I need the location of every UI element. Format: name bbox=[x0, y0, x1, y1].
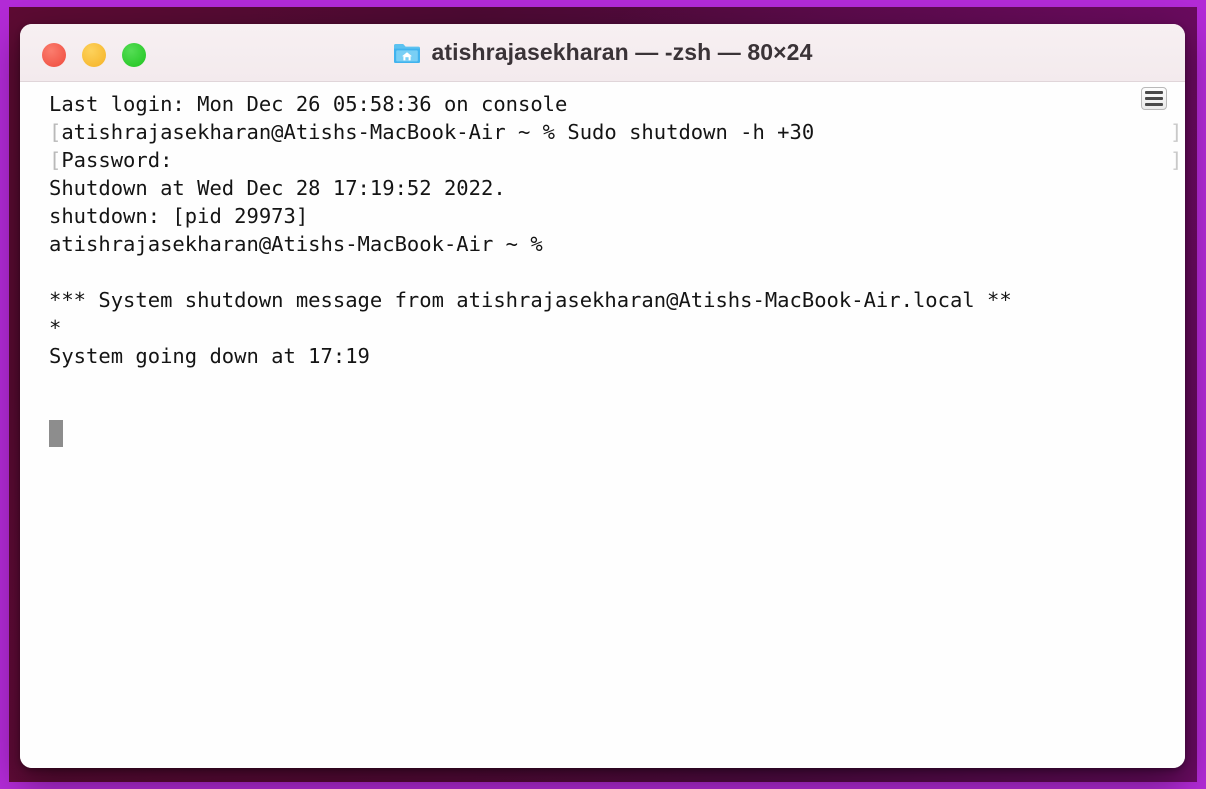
terminal-line: * bbox=[49, 314, 1185, 342]
window-title-group: atishrajasekharan — -zsh — 80×24 bbox=[393, 39, 813, 66]
terminal-line-text: atishrajasekharan@Atishs-MacBook-Air ~ %… bbox=[61, 120, 815, 144]
terminal-titlebar[interactable]: atishrajasekharan — -zsh — 80×24 bbox=[20, 24, 1185, 82]
terminal-line-text: * bbox=[49, 316, 62, 340]
window-controls bbox=[42, 43, 146, 67]
terminal-line-text: System going down at 17:19 bbox=[49, 344, 370, 368]
prompt-bracket-close: ] bbox=[1170, 148, 1183, 172]
maximize-window-button[interactable] bbox=[122, 43, 146, 67]
terminal-line: shutdown: [pid 29973] bbox=[49, 202, 1185, 230]
terminal-cursor bbox=[49, 420, 63, 447]
terminal-line-text: Last login: Mon Dec 26 05:58:36 on conso… bbox=[49, 92, 568, 116]
minimize-window-button[interactable] bbox=[82, 43, 106, 67]
terminal-output-area[interactable]: Last login: Mon Dec 26 05:58:36 on conso… bbox=[20, 82, 1185, 768]
terminal-line: [atishrajasekharan@Atishs-MacBook-Air ~ … bbox=[49, 118, 1185, 146]
terminal-line: Shutdown at Wed Dec 28 17:19:52 2022. bbox=[49, 174, 1185, 202]
home-folder-icon bbox=[393, 43, 420, 63]
terminal-line: [Password:] bbox=[49, 146, 1185, 174]
terminal-line: atishrajasekharan@Atishs-MacBook-Air ~ % bbox=[49, 230, 1185, 258]
close-window-button[interactable] bbox=[42, 43, 66, 67]
terminal-line-text: atishrajasekharan@Atishs-MacBook-Air ~ % bbox=[49, 232, 543, 256]
terminal-text-buffer: Last login: Mon Dec 26 05:58:36 on conso… bbox=[20, 90, 1185, 370]
terminal-line-text: *** System shutdown message from atishra… bbox=[49, 288, 1012, 312]
window-title: atishrajasekharan — -zsh — 80×24 bbox=[431, 39, 813, 65]
terminal-line: Last login: Mon Dec 26 05:58:36 on conso… bbox=[49, 90, 1185, 118]
prompt-bracket-open: [ bbox=[49, 148, 62, 172]
desktop-wallpaper: atishrajasekharan — -zsh — 80×24 Last lo… bbox=[0, 0, 1206, 789]
prompt-bracket-close: ] bbox=[1170, 120, 1183, 144]
terminal-line: System going down at 17:19 bbox=[49, 342, 1185, 370]
terminal-line-text: Password: bbox=[61, 148, 173, 172]
terminal-line: *** System shutdown message from atishra… bbox=[49, 286, 1185, 314]
terminal-line-text: Shutdown at Wed Dec 28 17:19:52 2022. bbox=[49, 176, 506, 200]
terminal-window[interactable]: atishrajasekharan — -zsh — 80×24 Last lo… bbox=[20, 24, 1185, 768]
prompt-bracket-open: [ bbox=[49, 120, 62, 144]
terminal-line-text: shutdown: [pid 29973] bbox=[49, 204, 309, 228]
